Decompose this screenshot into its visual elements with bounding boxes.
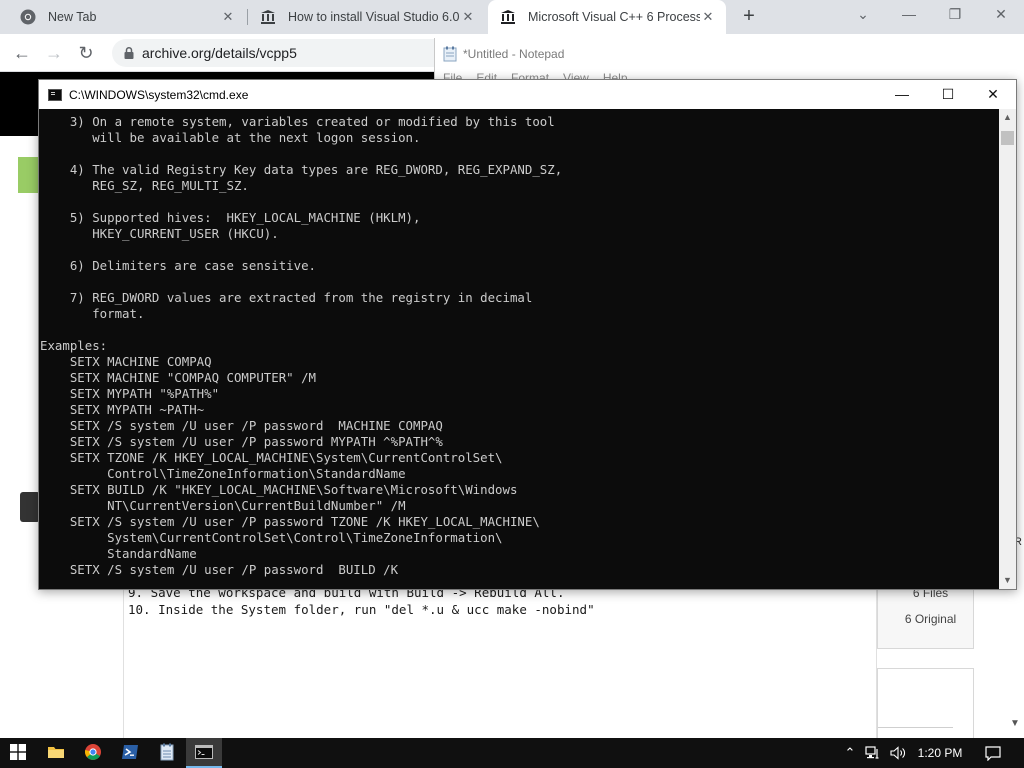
close-icon[interactable]: ✕: [220, 9, 236, 25]
tray-overflow-chevron-icon[interactable]: ⌃: [840, 738, 860, 768]
scroll-thumb[interactable]: [1001, 131, 1014, 145]
console-line: HKEY_CURRENT_USER (HKCU).: [40, 226, 279, 241]
cmd-minimize-button[interactable]: —: [879, 80, 925, 109]
start-button[interactable]: [0, 738, 36, 768]
tab-title: New Tab: [48, 10, 97, 24]
tab-visual-cpp-active[interactable]: Microsoft Visual C++ 6 Processo ✕: [488, 0, 726, 34]
tab-how-to-install[interactable]: How to install Visual Studio 6.0 o ✕: [248, 0, 486, 34]
tab-title: Microsoft Visual C++ 6 Processo: [528, 10, 700, 24]
lock-icon[interactable]: [122, 46, 136, 60]
forward-button[interactable]: →: [42, 41, 66, 65]
cmd-scrollbar[interactable]: ▲ ▼: [999, 109, 1016, 589]
console-line: NT\CurrentVersion\CurrentBuildNumber" /M: [40, 498, 406, 513]
console-line: REG_SZ, REG_MULTI_SZ.: [40, 178, 249, 193]
taskbar-clock[interactable]: 1:20 PM: [914, 738, 966, 768]
archive-icon: [500, 9, 516, 25]
scroll-down-icon[interactable]: ▼: [999, 572, 1016, 589]
browser-close-button[interactable]: ✕: [978, 0, 1024, 30]
file-explorer-icon: [47, 744, 65, 763]
console-line: 5) Supported hives: HKEY_LOCAL_MACHINE (…: [40, 210, 421, 225]
taskbar-powershell[interactable]: [112, 738, 148, 768]
taskbar-chrome[interactable]: [75, 738, 111, 768]
console-line: SETX /S system /U user /P password BUILD…: [40, 562, 399, 577]
network-icon[interactable]: [862, 738, 884, 768]
notepad-icon: [159, 743, 175, 764]
console-line: SETX MACHINE "COMPAQ COMPUTER" /M: [40, 370, 317, 385]
reload-button[interactable]: ↻: [74, 41, 98, 65]
powershell-icon: [121, 744, 139, 763]
chat-icon: [20, 492, 40, 522]
browser-minimize-button[interactable]: —: [886, 0, 932, 30]
notepad-line: 10. Inside the System folder, run "del *…: [128, 602, 595, 617]
console-line: 4) The valid Registry Key data types are…: [40, 162, 563, 177]
taskbar-cmd[interactable]: [186, 738, 222, 768]
console-line: SETX /S system /U user /P password TZONE…: [40, 514, 540, 529]
close-icon[interactable]: ✕: [700, 9, 716, 25]
cmd-maximize-button[interactable]: ☐: [925, 80, 971, 109]
console-line: SETX MACHINE COMPAQ: [40, 354, 212, 369]
tab-new-tab[interactable]: New Tab ✕: [8, 0, 246, 34]
console-line: System\CurrentControlSet\Control\TimeZon…: [40, 530, 503, 545]
taskbar-file-explorer[interactable]: [38, 738, 74, 768]
scroll-up-icon[interactable]: ▲: [999, 109, 1016, 126]
original-count: 6 Original: [904, 612, 957, 626]
volume-icon[interactable]: [886, 738, 910, 768]
browser-restore-button[interactable]: ❐: [932, 0, 978, 30]
url-text: archive.org/details/vcpp5: [142, 45, 297, 61]
console-line: Examples:: [40, 338, 108, 353]
tab-search-button[interactable]: ⌄: [840, 0, 886, 30]
console-line: SETX MYPATH "%PATH%": [40, 386, 220, 401]
back-button[interactable]: ←: [10, 41, 34, 65]
windows-icon: [10, 743, 26, 763]
cmd-window[interactable]: C:\WINDOWS\system32\cmd.exe — ☐ ✕ 3) On …: [38, 79, 1017, 590]
notification-icon[interactable]: [978, 738, 1008, 768]
site-logo-fragment: [18, 157, 40, 193]
notepad-text-area[interactable]: 9. Save the workspace and build with Bui…: [123, 584, 877, 738]
console-line: SETX /S system /U user /P password MYPAT…: [40, 434, 443, 449]
archive-icon: [260, 9, 276, 25]
console-line: Control\TimeZoneInformation\StandardName: [40, 466, 406, 481]
console-line: SETX /S system /U user /P password MACHI…: [40, 418, 443, 433]
close-icon[interactable]: ✕: [460, 9, 476, 25]
notepad-title: *Untitled - Notepad: [463, 47, 565, 61]
tab-title: How to install Visual Studio 6.0 o: [288, 10, 460, 24]
new-tab-button[interactable]: +: [737, 5, 761, 29]
console-line: 6) Delimiters are case sensitive.: [40, 258, 317, 273]
page-scroll-down-icon[interactable]: ▼: [1010, 718, 1020, 729]
cmd-icon: [48, 88, 62, 101]
chrome-icon: [20, 9, 36, 25]
chrome-icon: [84, 743, 102, 764]
console-line: will be available at the next logon sess…: [40, 130, 421, 145]
taskbar-notepad[interactable]: [149, 738, 185, 768]
cmd-titlebar[interactable]: C:\WINDOWS\system32\cmd.exe — ☐ ✕: [39, 80, 1016, 109]
taskbar: ⌃ 1:20 PM: [0, 738, 1024, 768]
console-line: 7) REG_DWORD values are extracted from t…: [40, 290, 533, 305]
cmd-icon: [195, 744, 213, 762]
console-line: SETX TZONE /K HKEY_LOCAL_MACHINE\System\…: [40, 450, 503, 465]
browser-tab-strip: New Tab ✕ How to install Visual Studio 6…: [0, 0, 1024, 34]
notepad-icon: [443, 46, 457, 62]
console-output[interactable]: 3) On a remote system, variables created…: [39, 109, 999, 589]
cmd-title: C:\WINDOWS\system32\cmd.exe: [69, 87, 249, 102]
cmd-close-button[interactable]: ✕: [970, 80, 1016, 109]
console-line: SETX MYPATH ~PATH~: [40, 402, 205, 417]
notepad-titlebar[interactable]: *Untitled - Notepad: [443, 46, 564, 62]
console-line: StandardName: [40, 546, 197, 561]
console-line: SETX BUILD /K "HKEY_LOCAL_MACHINE\Softwa…: [40, 482, 518, 497]
console-line: 3) On a remote system, variables created…: [40, 114, 555, 129]
console-line: format.: [40, 306, 145, 321]
side-panel: [877, 668, 974, 738]
